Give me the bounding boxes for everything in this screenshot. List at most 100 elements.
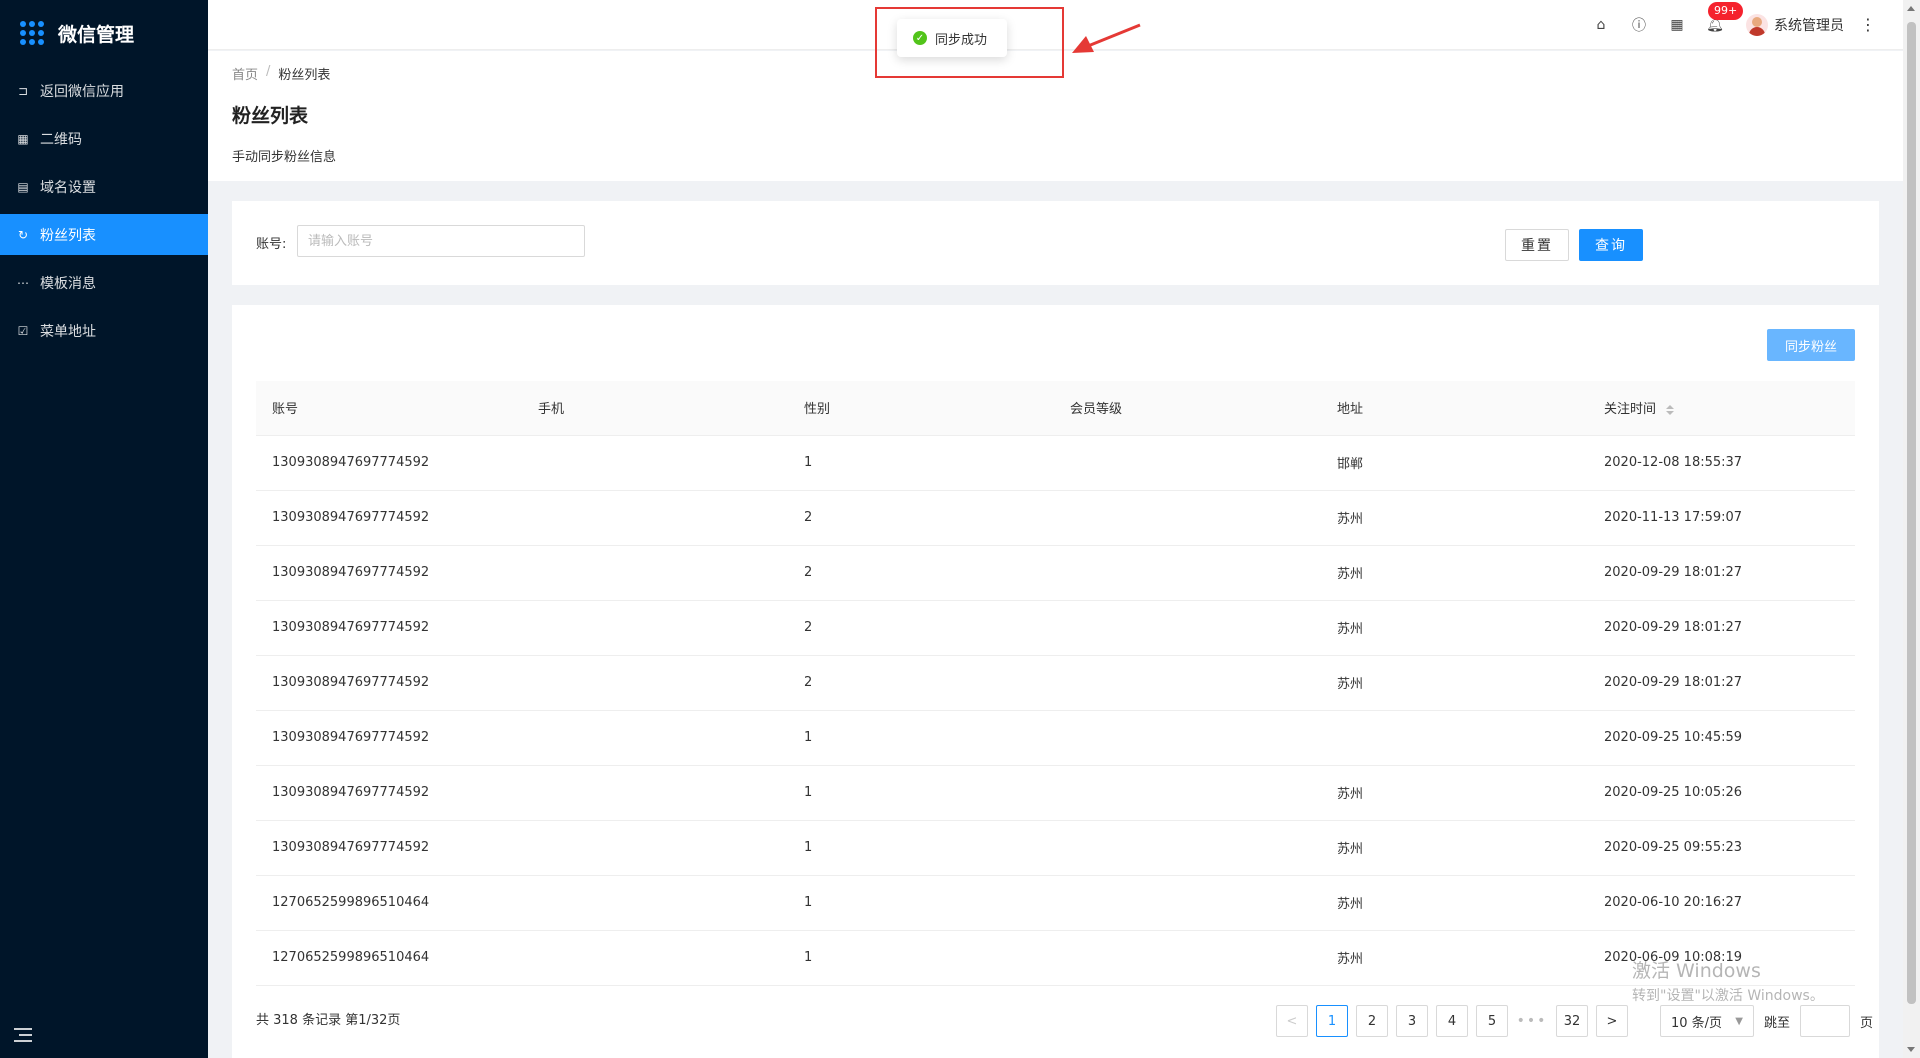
column-header-phone: 手机 — [522, 381, 788, 436]
page-title: 粉丝列表 — [232, 105, 309, 127]
cell-member-level — [1054, 600, 1321, 656]
next-page-button[interactable]: > — [1596, 1005, 1628, 1037]
table-row: 1270652599896510464 1 苏州 2020-06-09 10:08:1… — [256, 930, 1855, 986]
reset-button[interactable]: 重置 — [1505, 229, 1569, 261]
breadcrumb-separator: / — [266, 64, 271, 79]
cell-gender: 1 — [788, 710, 1054, 766]
breadcrumb-current: 粉丝列表 — [278, 68, 331, 83]
notification-badge: 99+ — [1708, 1, 1744, 20]
sidebar-item-label: 菜单地址 — [40, 323, 96, 340]
sidebar: 微信管理 ⊐ 返回微信应用 ▦ 二维码 ▤ 域名设置 ↻ 粉丝列表 ⋯ 模板消息… — [0, 0, 208, 1058]
sidebar-item-domain[interactable]: ▤ 域名设置 — [0, 166, 208, 207]
table-row: 1309308947697774592 2 苏州 2020-11-13 17:59:0… — [256, 490, 1855, 546]
more-pages-ellipsis[interactable]: ••• — [1516, 1013, 1548, 1029]
cell-member-level — [1054, 435, 1321, 491]
brand[interactable]: 微信管理 — [0, 0, 208, 66]
page-description: 手动同步粉丝信息 — [232, 150, 337, 165]
page-suffix-label: 页 — [1860, 1015, 1874, 1031]
cell-account: 1309308947697774592 — [256, 545, 522, 601]
cell-follow-time: 2020-09-29 18:01:27 — [1588, 600, 1855, 656]
sidebar-item-label: 二维码 — [40, 131, 82, 148]
page-5-button[interactable]: 5 — [1476, 1005, 1508, 1037]
account-search-input[interactable] — [297, 225, 585, 257]
query-button[interactable]: 查询 — [1579, 229, 1643, 261]
cell-address: 苏州 — [1321, 655, 1588, 711]
breadcrumb-home[interactable]: 首页 — [232, 64, 258, 83]
table-header-row: 账号 手机 性别 会员等级 地址 关注时间 — [256, 381, 1855, 436]
top-header: ⌂ ⓘ ▦ 🔔︎ 99+ 系统管理员 ⋮ — [208, 0, 1920, 50]
scroll-down-arrow-icon[interactable] — [1907, 1047, 1915, 1052]
cell-phone — [522, 655, 788, 711]
table-row: 1309308947697774592 1 2020-09-25 10:45:59 — [256, 710, 1855, 766]
help-icon[interactable]: ⓘ — [1630, 16, 1648, 34]
sync-fans-button[interactable]: 同步粉丝 — [1767, 329, 1855, 361]
home-icon[interactable]: ⌂ — [1592, 16, 1610, 34]
cell-phone — [522, 600, 788, 656]
sidebar-item-label: 返回微信应用 — [40, 83, 124, 100]
page-4-button[interactable]: 4 — [1436, 1005, 1468, 1037]
fans-table: 账号 手机 性别 会员等级 地址 关注时间 130930894769777459… — [256, 381, 1855, 986]
cell-address — [1321, 710, 1588, 766]
cell-follow-time: 2020-09-25 10:05:26 — [1588, 765, 1855, 821]
scrollbar-thumb[interactable] — [1907, 22, 1916, 1004]
cell-address: 苏州 — [1321, 490, 1588, 546]
page-size-value: 10 条/页 — [1671, 1015, 1723, 1031]
cell-address: 苏州 — [1321, 765, 1588, 821]
sidebar-item-qrcode[interactable]: ▦ 二维码 — [0, 118, 208, 159]
cell-address: 苏州 — [1321, 820, 1588, 876]
sort-icon[interactable] — [1666, 404, 1675, 415]
windows-activation-watermark: 激活 Windows 转到"设置"以激活 Windows。 — [1632, 956, 1824, 1005]
sidebar-item-return[interactable]: ⊐ 返回微信应用 — [0, 70, 208, 111]
last-page-button[interactable]: 32 — [1556, 1005, 1588, 1037]
column-header-member-level: 会员等级 — [1054, 381, 1321, 436]
brand-title: 微信管理 — [58, 23, 135, 46]
cell-gender: 2 — [788, 490, 1054, 546]
search-panel: 账号: 重置 查询 — [232, 201, 1879, 285]
scroll-up-arrow-icon[interactable] — [1907, 6, 1915, 11]
page-1-button[interactable]: 1 — [1316, 1005, 1348, 1037]
cell-phone — [522, 930, 788, 986]
bell-icon[interactable]: 🔔︎ 99+ — [1706, 1, 1744, 34]
collapse-menu-icon[interactable] — [14, 1028, 32, 1042]
cell-phone — [522, 875, 788, 931]
column-header-follow-time[interactable]: 关注时间 — [1588, 381, 1855, 436]
column-header-follow-time-label: 关注时间 — [1604, 402, 1657, 418]
vertical-scrollbar[interactable] — [1903, 0, 1920, 1058]
cell-follow-time: 2020-09-29 18:01:27 — [1588, 655, 1855, 711]
table-row: 1309308947697774592 1 邯郸 2020-12-08 18:55:3… — [256, 435, 1855, 491]
cell-member-level — [1054, 490, 1321, 546]
sidebar-item-label: 粉丝列表 — [40, 227, 96, 244]
sidebar-item-template[interactable]: ⋯ 模板消息 — [0, 262, 208, 303]
user-menu[interactable]: 系统管理员 — [1746, 13, 1844, 36]
cell-follow-time: 2020-11-13 17:59:07 — [1588, 490, 1855, 546]
sidebar-menu: ⊐ 返回微信应用 ▦ 二维码 ▤ 域名设置 ↻ 粉丝列表 ⋯ 模板消息 ☑ 菜单… — [0, 70, 208, 351]
cell-address: 苏州 — [1321, 600, 1588, 656]
table-row: 1309308947697774592 2 苏州 2020-09-29 18:01:2… — [256, 655, 1855, 711]
user-name: 系统管理员 — [1774, 17, 1844, 34]
page-2-button[interactable]: 2 — [1356, 1005, 1388, 1037]
sidebar-item-menu-url[interactable]: ☑ 菜单地址 — [0, 310, 208, 351]
page-3-button[interactable]: 3 — [1396, 1005, 1428, 1037]
table-row: 1309308947697774592 1 苏州 2020-09-25 10:05:2… — [256, 765, 1855, 821]
sidebar-item-fans[interactable]: ↻ 粉丝列表 — [0, 214, 208, 255]
watermark-subtitle: 转到"设置"以激活 Windows。 — [1632, 988, 1824, 1004]
sync-icon: ↻ — [17, 227, 29, 242]
account-label: 账号: — [256, 237, 287, 252]
cell-account: 1270652599896510464 — [256, 930, 522, 986]
jump-to-page-input[interactable] — [1800, 1005, 1851, 1037]
cell-gender: 1 — [788, 820, 1054, 876]
message-icon: ⋯ — [17, 275, 29, 290]
breadcrumb: 首页 / 粉丝列表 — [232, 64, 1903, 83]
page-size-select[interactable]: 10 条/页 ▼ — [1660, 1005, 1754, 1037]
apps-grid-icon — [20, 21, 44, 45]
cell-gender: 1 — [788, 930, 1054, 986]
prev-page-button[interactable]: < — [1276, 1005, 1308, 1037]
table-row: 1309308947697774592 2 苏州 2020-09-29 18:01:2… — [256, 600, 1855, 656]
checklist-icon: ☑ — [17, 323, 29, 338]
return-icon: ⊐ — [17, 83, 29, 98]
cell-member-level — [1054, 765, 1321, 821]
cell-account: 1270652599896510464 — [256, 875, 522, 931]
cell-gender: 2 — [788, 600, 1054, 656]
more-vertical-icon[interactable]: ⋮ — [1860, 15, 1876, 34]
apps-icon[interactable]: ▦ — [1668, 16, 1686, 34]
